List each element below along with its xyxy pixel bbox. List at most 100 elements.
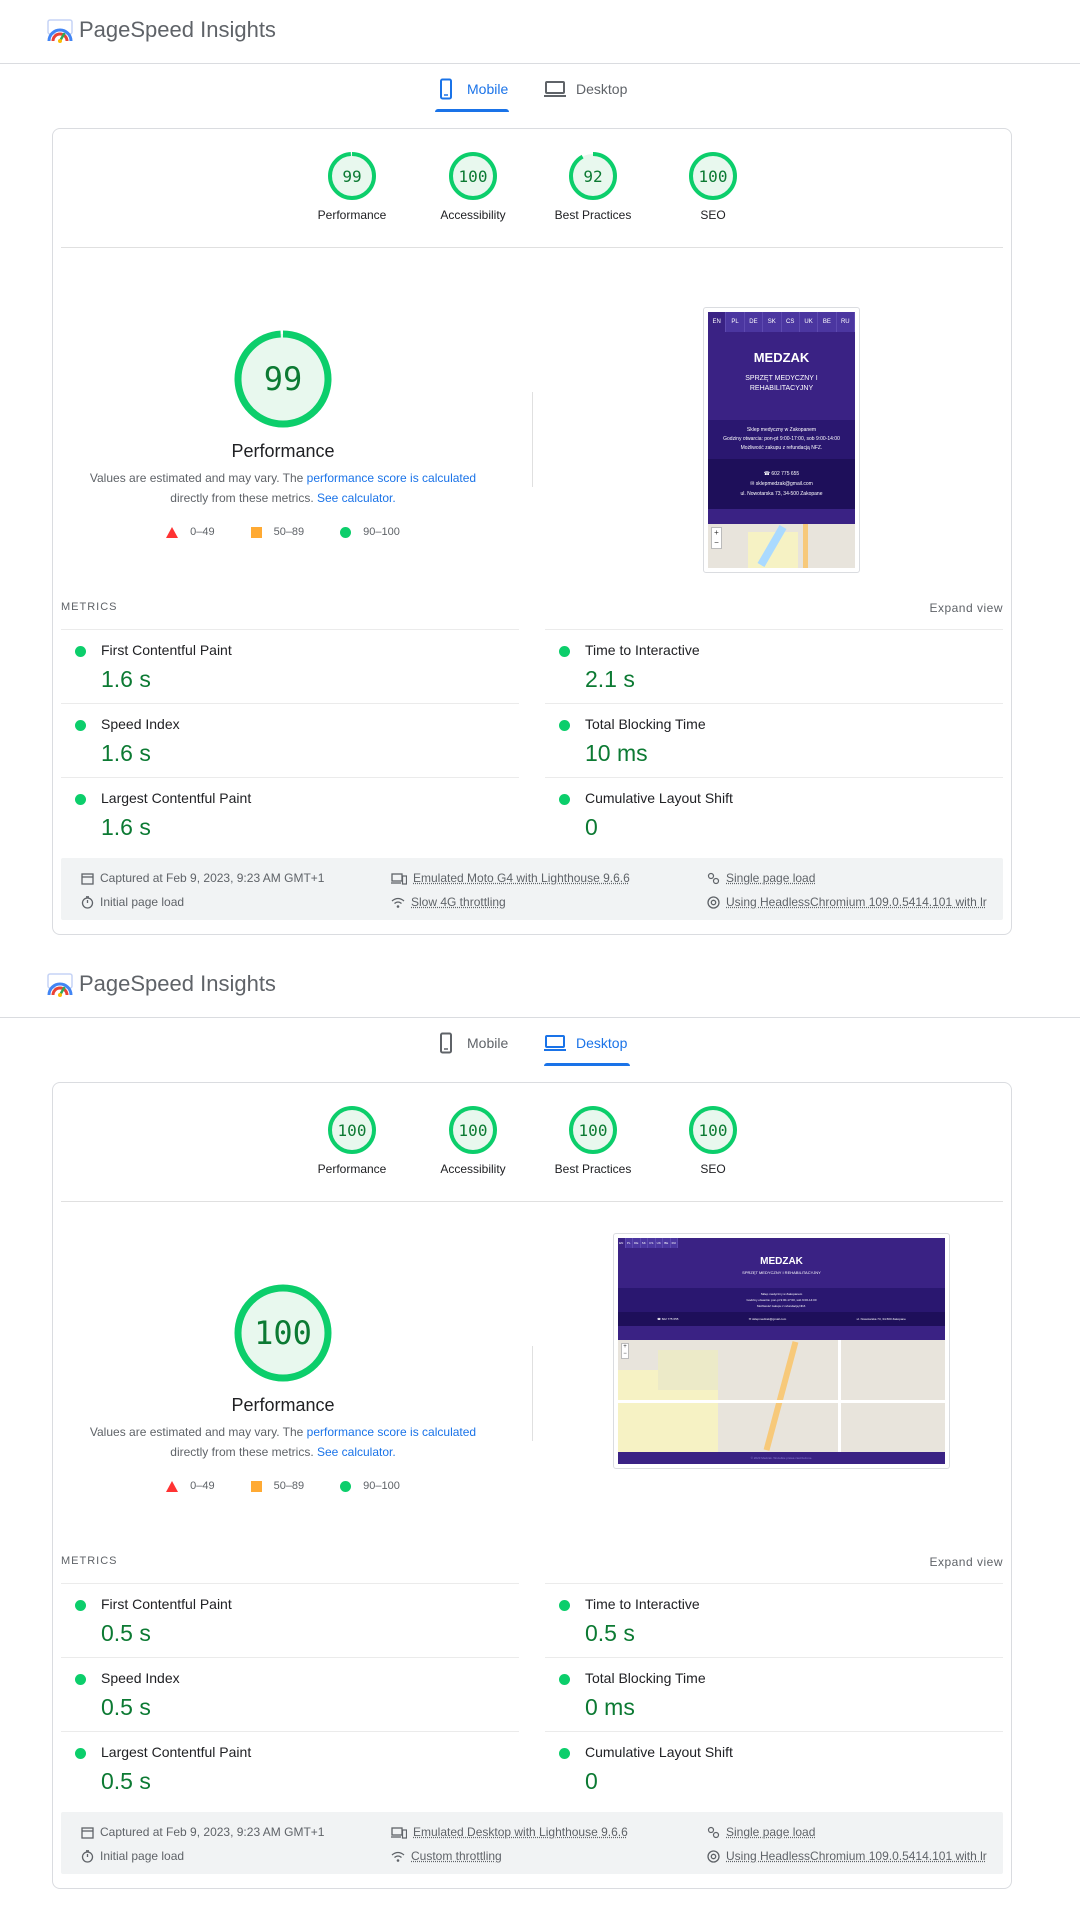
throttle-text: Slow 4G throttling — [411, 895, 506, 909]
single-page-load[interactable]: Single page load — [707, 871, 815, 885]
single-page-load[interactable]: Single page load — [707, 1825, 815, 1839]
tab-mobile[interactable]: Mobile — [435, 74, 509, 114]
site-contact: ☎ 602 775 655 ✉ sklepmedzak@gmail.com ul… — [708, 459, 855, 509]
site-preview: EN PL DE SK CS UK BE RU MEDZAK SPRZĘT MEDYCZNY … — [618, 1238, 945, 1464]
gauge-label: Best Practices — [554, 1162, 632, 1176]
performance-gauge: 100 — [234, 1284, 332, 1382]
metric-value: 1.6 s — [101, 740, 151, 766]
metric-value: 0 ms — [585, 1694, 635, 1720]
gauge-best-practices[interactable]: 92 Best Practices — [538, 151, 648, 222]
svg-text:100: 100 — [254, 1314, 312, 1352]
gauge-performance[interactable]: 99 Performance — [297, 151, 407, 222]
legend-label: 90–100 — [363, 1480, 400, 1492]
site-info-line: Możliwość zakupu z refundacją NFZ. — [756, 1304, 807, 1308]
pass-circle-icon — [75, 720, 86, 731]
circle-icon — [340, 1480, 352, 1492]
svg-text:99: 99 — [264, 360, 303, 398]
site-address: ul. Nowotarska 73, 34-500 Zakopane — [856, 1317, 906, 1321]
gauge-seo[interactable]: 100 SEO — [658, 1105, 768, 1176]
gauge-label: Performance — [317, 1162, 387, 1176]
score-ring: 100 — [328, 1106, 376, 1154]
expand-view-toggle[interactable]: Expand view — [929, 601, 1003, 615]
initial-load: Initial page load — [81, 895, 184, 909]
site-brand: MEDZAK — [753, 350, 810, 365]
devices-icon — [391, 872, 407, 885]
emulated-device[interactable]: Emulated Desktop with Lighthouse 9.6.6 — [391, 1825, 628, 1839]
gauge-label: Accessibility — [440, 208, 506, 222]
metric-cls: Cumulative Layout Shift 0 — [545, 777, 1003, 851]
metric-fcp: First Contentful Paint 1.6 s — [61, 629, 519, 703]
see-calculator-link[interactable]: See calculator. — [317, 491, 396, 505]
metric-name: Speed Index — [101, 716, 180, 732]
metric-tti: Time to Interactive 0.5 s — [545, 1583, 1003, 1657]
browser-version[interactable]: Using HeadlessChromium 109.0.5414.101 wi… — [707, 1849, 997, 1863]
metric-tbt: Total Blocking Time 0 ms — [545, 1657, 1003, 1731]
metric-tti: Time to Interactive 2.1 s — [545, 629, 1003, 703]
network-throttling[interactable]: Custom throttling — [391, 1849, 502, 1863]
app-bar: PageSpeed Insights — [0, 0, 1080, 64]
metric-value: 0.5 s — [101, 1768, 151, 1794]
score-calculated-link[interactable]: performance score is calculated — [307, 471, 476, 485]
svg-text:100: 100 — [699, 1121, 728, 1140]
network-throttling[interactable]: Slow 4G throttling — [391, 895, 506, 909]
pass-circle-icon — [559, 646, 570, 657]
lang-item: CS — [648, 1238, 656, 1248]
tab-desktop[interactable]: Desktop — [544, 1028, 630, 1068]
app-bar: PageSpeed Insights — [0, 954, 1080, 1018]
score-legend: 0–49 50–89 90–100 — [73, 526, 493, 538]
smartphone-icon — [440, 1032, 452, 1054]
report-mobile: PageSpeed Insights Mobile Desktop 99 Per… — [0, 0, 1080, 954]
site-map: + − — [618, 1340, 945, 1452]
people-icon — [707, 872, 720, 884]
score-ring: 92 — [569, 152, 617, 200]
pagespeed-logo-icon — [47, 973, 73, 997]
tab-mobile[interactable]: Mobile — [435, 1028, 509, 1068]
svg-text:100: 100 — [459, 167, 488, 186]
score-ring: 100 — [689, 1106, 737, 1154]
tab-desktop[interactable]: Desktop — [544, 74, 630, 114]
map-road — [803, 524, 808, 568]
map-road — [838, 1340, 841, 1452]
metric-name: First Contentful Paint — [101, 642, 232, 658]
lang-item: EN — [618, 1238, 626, 1248]
site-header: MEDZAK SPRZĘT MEDYCZNY I REHABILITACYJNY — [618, 1248, 945, 1288]
square-icon — [250, 526, 262, 538]
calendar-icon — [81, 1826, 94, 1839]
site-contact: ☎ 602 775 655 ✉ sklepmedzak@gmail.com ul… — [618, 1312, 945, 1326]
timer-icon — [81, 1849, 94, 1863]
score-calculated-link[interactable]: performance score is calculated — [307, 1425, 476, 1439]
device-tabs: Mobile Desktop — [0, 74, 1080, 114]
map-zoom-control: + − — [621, 1343, 629, 1359]
metric-value: 1.6 s — [101, 814, 151, 840]
score-ring: 100 — [689, 152, 737, 200]
site-tagline: SPRZĘT MEDYCZNY I REHABILITACYJNY — [745, 375, 818, 392]
performance-title: Performance — [231, 1395, 335, 1415]
metric-value: 1.6 s — [101, 666, 151, 692]
browser-version[interactable]: Using HeadlessChromium 109.0.5414.101 wi… — [707, 895, 997, 909]
gauge-accessibility[interactable]: 100 Accessibility — [418, 151, 528, 222]
score-ring: 100 — [449, 1106, 497, 1154]
site-preview: EN PL DE SK CS UK BE RU MEDZAK SPRZĘT MEDYCZNY … — [708, 312, 855, 568]
expand-view-toggle[interactable]: Expand view — [929, 1555, 1003, 1569]
timer-icon — [81, 895, 94, 909]
legend-fail: 0–49 — [166, 1480, 215, 1492]
gauge-performance[interactable]: 100 Performance — [297, 1105, 407, 1176]
initial-load: Initial page load — [81, 1849, 184, 1863]
site-footer: © 2023 Medzak. Wszelkie prawa zastrzeżon… — [618, 1452, 945, 1464]
gauge-accessibility[interactable]: 100 Accessibility — [418, 1105, 528, 1176]
report-desktop: PageSpeed Insights Mobile Desktop 100 Pe… — [0, 954, 1080, 1908]
laptop-icon — [544, 1035, 566, 1051]
initial-text: Initial page load — [100, 895, 185, 909]
metric-name: Total Blocking Time — [585, 1670, 706, 1686]
square-icon — [250, 1480, 262, 1492]
triangle-icon — [166, 526, 179, 538]
gauge-seo[interactable]: 100 SEO — [658, 151, 768, 222]
chrome-icon — [707, 1849, 720, 1863]
emulated-device[interactable]: Emulated Moto G4 with Lighthouse 9.6.6 — [391, 871, 630, 885]
gauge-label: SEO — [700, 1162, 726, 1176]
site-info-line: Sklep medyczny w Zakopanem — [746, 427, 817, 433]
see-calculator-link[interactable]: See calculator. — [317, 1445, 396, 1459]
gauge-best-practices[interactable]: 100 Best Practices — [538, 1105, 648, 1176]
metric-fcp: First Contentful Paint 0.5 s — [61, 1583, 519, 1657]
legend-label: 0–49 — [190, 526, 215, 538]
